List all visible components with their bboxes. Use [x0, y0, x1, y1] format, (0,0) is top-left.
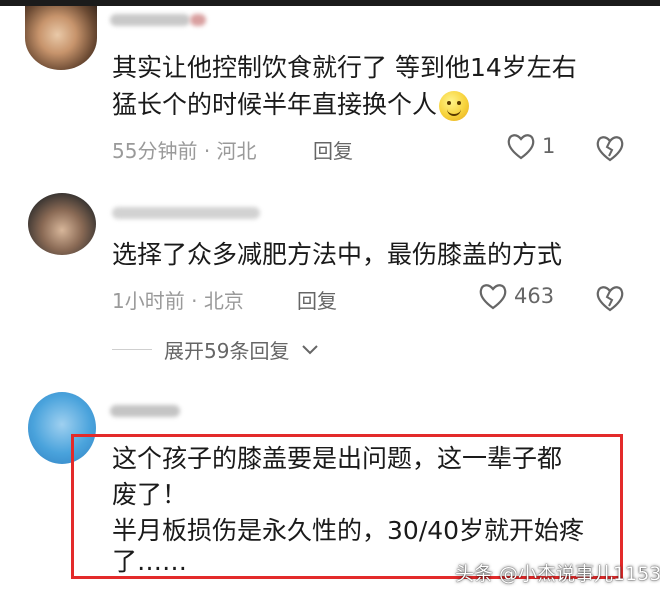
comment-text-line: 选择了众多减肥方法中，最伤膝盖的方式: [112, 240, 563, 269]
username-blurred[interactable]: [110, 405, 180, 417]
comment-text-line-with-emoji: 猛长个的时候半年直接换个人: [112, 88, 470, 121]
avatar[interactable]: [25, 6, 97, 70]
username-blurred-tag: [190, 14, 206, 26]
like-count: 1: [542, 134, 556, 158]
like-button[interactable]: 1: [506, 132, 555, 160]
heart-outline-icon: [479, 284, 507, 310]
like-count: 463: [514, 284, 555, 308]
chevron-down-icon: [302, 344, 319, 354]
watermark: 头条 @小杰说事儿1153赞: [455, 563, 660, 585]
expand-replies-button[interactable]: 展开59条回复: [112, 335, 319, 364]
username-blurred[interactable]: [110, 14, 190, 26]
red-highlight-box: [71, 434, 623, 579]
comment-text-line: 其实让他控制饮食就行了 等到他14岁左右: [112, 53, 577, 82]
divider-line: [112, 349, 152, 350]
reply-button[interactable]: 回复: [313, 135, 353, 164]
username-blurred[interactable]: [112, 207, 260, 219]
comment-meta: 1小时前 · 北京: [112, 289, 244, 313]
broken-heart-icon[interactable]: [595, 134, 625, 162]
comment-meta: 55分钟前 · 河北: [112, 139, 257, 163]
like-button[interactable]: 463: [478, 282, 554, 310]
heart-outline-icon: [507, 134, 535, 160]
broken-heart-icon[interactable]: [595, 284, 625, 312]
avatar[interactable]: [28, 193, 96, 255]
top-bar: [0, 0, 660, 6]
smile-emoji-icon: [439, 91, 470, 121]
reply-button[interactable]: 回复: [297, 285, 337, 314]
expand-replies-label: 展开59条回复: [164, 339, 290, 363]
